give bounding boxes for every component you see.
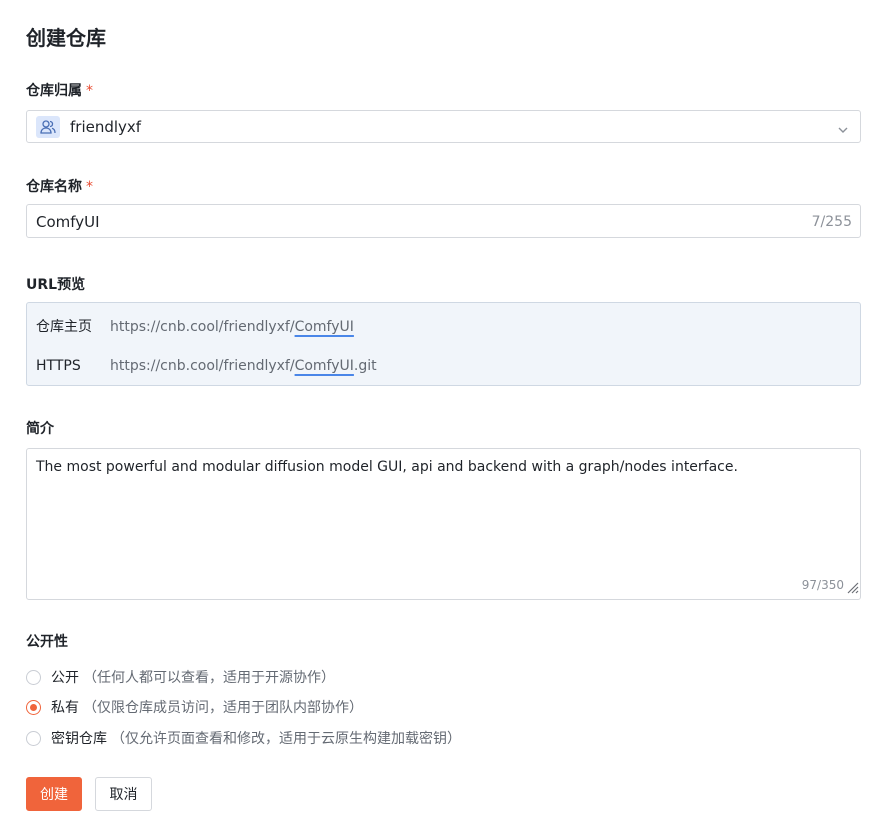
chevron-down-icon[interactable] [837,121,849,140]
repo-name-counter: 7/255 [811,214,852,230]
description-label: 简介 [26,421,54,437]
url-repo-name: ComfyUI [294,319,354,335]
repo-name-input[interactable]: ComfyUI 7/255 [26,204,861,238]
url-prefix: https://cnb.cool/friendlyxf/ [110,319,295,335]
description-value[interactable]: The most powerful and modular diffusion … [36,459,738,475]
resize-grip-icon[interactable] [845,579,859,598]
radio-secret[interactable] [26,730,41,746]
repo-name-label: 仓库名称 * [26,176,93,196]
repo-name-value[interactable]: ComfyUI [36,213,100,231]
owner-select[interactable]: friendlyxf [26,110,861,143]
page-title: 创建仓库 [26,26,106,50]
visibility-option-private[interactable]: 私有 （仅限仓库成员访问，适用于团队内部协作） [26,697,363,717]
owner-value: friendlyxf [70,118,142,136]
radio-private[interactable] [26,699,41,715]
description-counter: 97/350 [801,578,844,592]
visibility-option-public[interactable]: 公开 （任何人都可以查看，适用于开源协作） [26,667,335,687]
visibility-option-secret[interactable]: 密钥仓库 （仅允许页面查看和修改，适用于云原生构建加载密钥） [26,728,461,748]
option-label: 私有 [51,700,79,716]
url-row-key: 仓库主页 [36,319,92,335]
url-repo-name: ComfyUI [294,358,354,374]
create-repository-form: 创建仓库 仓库归属 * friendlyxf 仓库名称 * ComfyUI 7/25… [0,0,888,836]
option-label: 公开 [51,670,79,686]
user-group-icon [36,116,60,138]
cancel-button[interactable]: 取消 [95,777,152,811]
option-description: （仅允许页面查看和修改，适用于云原生构建加载密钥） [111,731,461,747]
option-description: （仅限仓库成员访问，适用于团队内部协作） [83,700,363,716]
owner-label: 仓库归属 * [26,80,93,100]
url-preview-label: URL预览 [26,277,86,293]
url-row-home: 仓库主页 https://cnb.cool/friendlyxf/ComfyUI [36,316,354,336]
owner-label-text: 仓库归属 [26,83,82,99]
repo-name-label-text: 仓库名称 [26,179,82,195]
visibility-label: 公开性 [26,634,68,650]
create-button[interactable]: 创建 [26,777,82,811]
url-preview-box: 仓库主页 https://cnb.cool/friendlyxf/ComfyUI … [26,302,861,386]
radio-public[interactable] [26,669,41,685]
option-label: 密钥仓库 [51,731,107,747]
required-mark: * [86,179,93,195]
option-description: （任何人都可以查看，适用于开源协作） [83,670,335,686]
url-prefix: https://cnb.cool/friendlyxf/ [110,358,295,374]
description-textarea[interactable]: The most powerful and modular diffusion … [26,448,861,600]
url-row-key: HTTPS [36,358,81,374]
url-row-https: HTTPS https://cnb.cool/friendlyxf/ComfyUI… [36,358,377,374]
url-suffix: .git [353,358,377,374]
required-mark: * [86,83,93,99]
